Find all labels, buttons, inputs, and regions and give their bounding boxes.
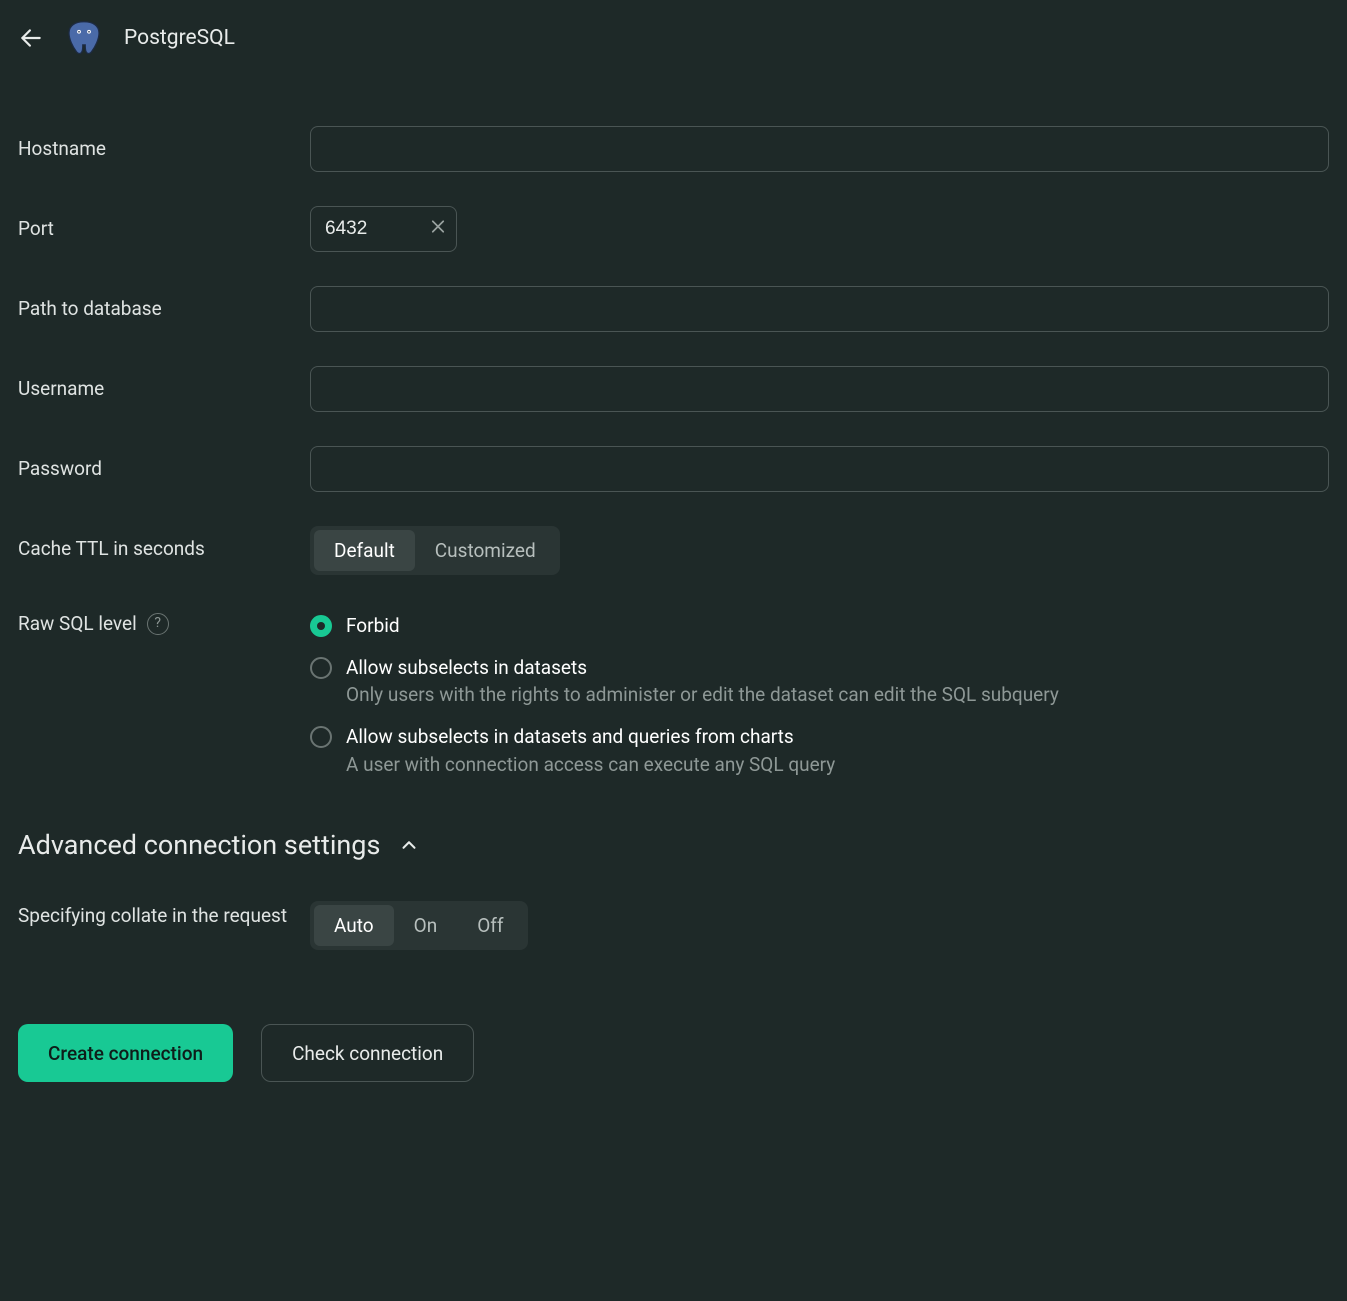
raw-sql-subselects-label: Allow subselects in datasets [346,655,1059,681]
radio-unchecked-icon [310,726,332,748]
cache-ttl-label: Cache TTL in seconds [18,526,290,562]
username-label: Username [18,366,290,402]
help-icon[interactable]: ? [147,613,169,635]
collate-on-button[interactable]: On [394,905,458,946]
cache-ttl-custom-button[interactable]: Customized [415,530,556,571]
path-input[interactable] [310,286,1329,332]
cache-ttl-default-button[interactable]: Default [314,530,415,571]
raw-sql-forbid-radio[interactable]: Forbid [310,613,1329,639]
clear-port-icon[interactable] [429,218,447,241]
username-input[interactable] [310,366,1329,412]
page-title: PostgreSQL [124,26,235,50]
raw-sql-subselects-radio[interactable]: Allow subselects in datasets Only users … [310,655,1329,708]
raw-sql-forbid-label: Forbid [346,613,400,639]
raw-sql-label: Raw SQL level [18,611,137,637]
hostname-input[interactable] [310,126,1329,172]
password-label: Password [18,446,290,482]
chevron-up-icon [398,834,420,856]
path-label: Path to database [18,286,290,322]
raw-sql-subselects-charts-label: Allow subselects in datasets and queries… [346,724,835,750]
check-connection-button[interactable]: Check connection [261,1024,474,1082]
password-input[interactable] [310,446,1329,492]
radio-checked-icon [310,615,332,637]
port-label: Port [18,206,290,242]
collate-segmented: Auto On Off [310,901,528,950]
cache-ttl-segmented: Default Customized [310,526,560,575]
back-arrow-icon[interactable] [18,25,44,51]
collate-label: Specifying collate in the request [18,901,290,929]
hostname-label: Hostname [18,126,290,162]
collate-auto-button[interactable]: Auto [314,905,394,946]
advanced-settings-toggle[interactable]: Advanced connection settings [18,829,1329,861]
raw-sql-subselects-charts-radio[interactable]: Allow subselects in datasets and queries… [310,724,1329,777]
collate-off-button[interactable]: Off [457,905,523,946]
raw-sql-subselects-desc: Only users with the rights to administer… [346,682,1059,708]
radio-unchecked-icon [310,657,332,679]
advanced-settings-title: Advanced connection settings [18,829,380,861]
raw-sql-subselects-charts-desc: A user with connection access can execut… [346,752,835,778]
create-connection-button[interactable]: Create connection [18,1024,233,1082]
postgresql-icon [64,18,104,58]
